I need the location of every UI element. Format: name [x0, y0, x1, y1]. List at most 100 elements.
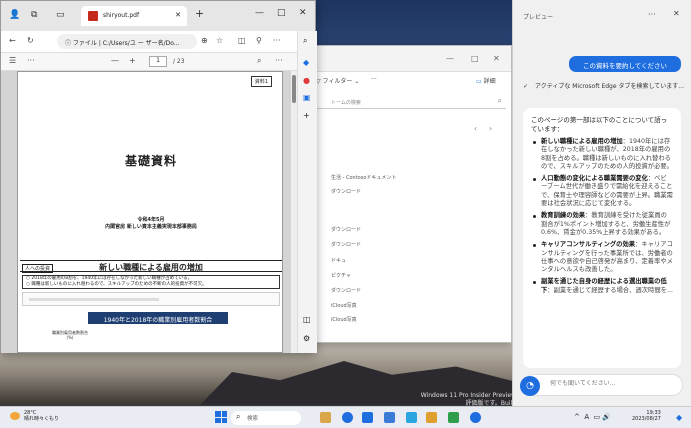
summary-bullet: 新しい職種による雇用の増加：1940年には存在しなかった新しい職種が、2018年…	[531, 138, 673, 171]
close-tab-icon[interactable]: ✕	[175, 11, 181, 19]
pdf-icon	[88, 11, 98, 21]
maximize-button[interactable]: □	[471, 54, 479, 63]
summary-bullet: キャリアコンサルティングの効果：キャリアコンサルティングを行った事業所では、労働…	[531, 241, 673, 274]
doc-badge: 資料1	[250, 76, 272, 87]
filter-button[interactable]: ▽ フィルター ⌄	[316, 76, 359, 90]
close-button[interactable]: ✕	[299, 8, 307, 18]
profile-icon[interactable]: 👤	[9, 10, 20, 20]
edge-app-icon[interactable]	[342, 412, 353, 423]
explorer-item[interactable]: ドキュ	[331, 257, 346, 264]
page-number-input[interactable]: 1	[149, 56, 167, 67]
discover-icon[interactable]: ◆	[303, 58, 309, 67]
menu-icon[interactable]: ···	[273, 36, 281, 45]
refresh-icon[interactable]: ↻	[27, 36, 34, 45]
system-tray[interactable]: ^ A ▭ 🔊	[574, 413, 611, 421]
assistant-message: このページの第一部は以下のことについて語っています： 新しい職種による雇用の増加…	[523, 108, 681, 368]
minimize-button[interactable]: —	[255, 8, 264, 18]
edge-sidebar: ⌕ ◆ ● ▣ + ◫ ⚙	[297, 31, 317, 353]
zoom-out-icon[interactable]: —	[111, 56, 119, 65]
explorer-item[interactable]: ダウンロード	[331, 287, 361, 294]
edge-pdf-window[interactable]: 👤 ⧉ ▭ shiryout.pdf ✕ + — □ ✕ ← ↻ ⓘ ファイル …	[0, 0, 317, 353]
explorer-item[interactable]: ダウンロード	[331, 226, 361, 233]
edge-dev-app-icon[interactable]	[470, 412, 481, 423]
chart-y-label: 職業別雇用者数割合 (%)	[52, 330, 88, 340]
taskbar: 28°C 晴れ時々くもり 検索 ^ A ▭ 🔊 19:33 2023/08/27…	[0, 406, 691, 428]
search-icon[interactable]: ⌕	[257, 56, 261, 66]
tab-shiryou-pdf[interactable]: shiryout.pdf ✕	[81, 6, 187, 26]
weather-icon	[10, 412, 20, 420]
pdf-page: 資料1 基礎資料 令和4年5月 内閣官房 新しい資本主義実現本部事務局 人への投…	[17, 71, 283, 353]
search-icon: ⌕	[497, 96, 502, 105]
minimize-button[interactable]: —	[446, 54, 454, 63]
outlook-icon[interactable]: ▣	[303, 93, 311, 102]
close-button[interactable]: ✕	[493, 54, 500, 63]
split-icon[interactable]: ◫	[303, 315, 311, 324]
workspaces-icon[interactable]: ⧉	[31, 10, 37, 20]
zoom-icon[interactable]: ⊕	[201, 36, 208, 45]
address-bar: ← ↻ ⓘ ファイル | C:/Users/ユ ー ザー名/Do... ⊕ ☆ …	[1, 31, 315, 53]
tab-strip: 👤 ⧉ ▭ shiryout.pdf ✕ + — □ ✕	[1, 1, 315, 31]
weather-widget[interactable]: 28°C 晴れ時々くもり	[10, 410, 59, 422]
maximize-button[interactable]: □	[277, 8, 286, 18]
summary-bullet: 人口動態の変化による職業需要の変化：ベビーブーム世代が働き盛りで需給化を迎えるこ…	[531, 175, 673, 208]
favorite-icon[interactable]: ☆	[216, 36, 223, 45]
pane-title: プレビュー	[523, 14, 554, 21]
explorer-item[interactable]: ダウンロード	[331, 241, 361, 248]
more-button[interactable]: ···	[371, 76, 377, 90]
pdf-menu-icon[interactable]: ···	[275, 56, 283, 65]
app-icon[interactable]	[448, 412, 459, 423]
section-header: 人への投資 新しい職種による雇用の増加	[20, 260, 282, 273]
explorer-search[interactable]: トームの検索 ⌕	[316, 96, 506, 109]
placeholder-box	[22, 292, 280, 306]
search-status: ✓ アクティブな Microsoft Edge タブを検索しています...	[523, 83, 685, 90]
photos-app-icon[interactable]	[426, 412, 437, 423]
close-icon[interactable]: ✕	[673, 9, 680, 18]
more-icon[interactable]: ···	[648, 10, 656, 19]
clock[interactable]: 19:33 2023/08/27	[632, 410, 661, 422]
explorer-item[interactable]: 生活 - Contosoドキュメント	[331, 174, 396, 181]
split-screen-icon[interactable]: ◫	[238, 36, 246, 45]
chart-title: 1940年と2018年の職業別雇用者数割合	[88, 312, 228, 324]
contents-icon[interactable]: ☰	[9, 56, 16, 65]
explorer-item[interactable]: ダウンロード	[331, 188, 361, 195]
explorer-item[interactable]: iCloud写真	[331, 316, 357, 323]
add-icon[interactable]: +	[303, 111, 310, 120]
zoom-in-icon[interactable]: +	[129, 56, 136, 65]
nav-prev-icon[interactable]: ‹	[474, 124, 477, 133]
summary-bullet: 副業を通じた自身の経歴による選出職業の低下：副業を通じて経歴する場合、週次時間を…	[531, 278, 673, 295]
shopping-icon[interactable]: ●	[303, 76, 310, 85]
user-message: この資料を要約してください	[569, 56, 681, 72]
file-explorer-window[interactable]: — □ ✕ ▽ フィルター ⌄ ··· ▭ 詳細 トームの検索 ⌕ ↻ ‹ › …	[300, 45, 512, 343]
settings-icon[interactable]: ⚙	[303, 334, 310, 343]
url-field[interactable]: ⓘ ファイル | C:/Users/ユ ー ザー名/Do...	[57, 34, 197, 49]
pdf-toolbar: ☰ ··· — + 1 / 23 ⌕ ···	[1, 53, 315, 71]
chat-input[interactable]	[550, 380, 675, 387]
section-heading: 新しい職種による雇用の増加	[99, 263, 203, 272]
explorer-item[interactable]: ピクチャ	[331, 272, 351, 279]
explorer-app-icon[interactable]	[320, 412, 331, 423]
check-icon: ✓	[523, 83, 529, 90]
files-app-icon[interactable]	[406, 412, 417, 423]
store-app-icon[interactable]	[384, 412, 395, 423]
mail-app-icon[interactable]	[362, 412, 373, 423]
explorer-item[interactable]: iCloud写真	[331, 302, 357, 309]
doc-title: 基礎資料	[124, 154, 177, 168]
explorer-titlebar: — □ ✕	[301, 46, 511, 72]
doc-date: 令和4年5月 内閣官房 新しい資本主義実現本部事務局	[105, 217, 197, 230]
chat-input-box: ◔	[520, 374, 683, 396]
details-button[interactable]: ▭ 詳細	[476, 76, 496, 90]
start-button[interactable]	[215, 411, 227, 423]
pdf-viewer[interactable]: 資料1 基礎資料 令和4年5月 内閣官房 新しい資本主義実現本部事務局 人への投…	[1, 71, 291, 353]
new-topic-icon[interactable]: ◔	[520, 376, 540, 396]
new-tab-icon[interactable]: +	[195, 7, 204, 20]
notification-icon[interactable]: ◆	[676, 413, 682, 422]
tab-actions-icon[interactable]: ▭	[56, 10, 65, 20]
taskbar-search[interactable]: 検索	[231, 411, 301, 425]
page-total: / 23	[173, 58, 185, 65]
extensions-icon[interactable]: ⚲	[256, 36, 262, 45]
more-tools-icon[interactable]: ···	[27, 56, 35, 65]
summary-bullet: 教育訓練の効果：教育訓練を受けた従業員の割合が1%ポイント増加すると、労働生産性…	[531, 212, 673, 237]
search-icon[interactable]: ⌕	[303, 36, 307, 46]
nav-next-icon[interactable]: ›	[489, 124, 492, 133]
back-icon[interactable]: ←	[9, 36, 16, 45]
